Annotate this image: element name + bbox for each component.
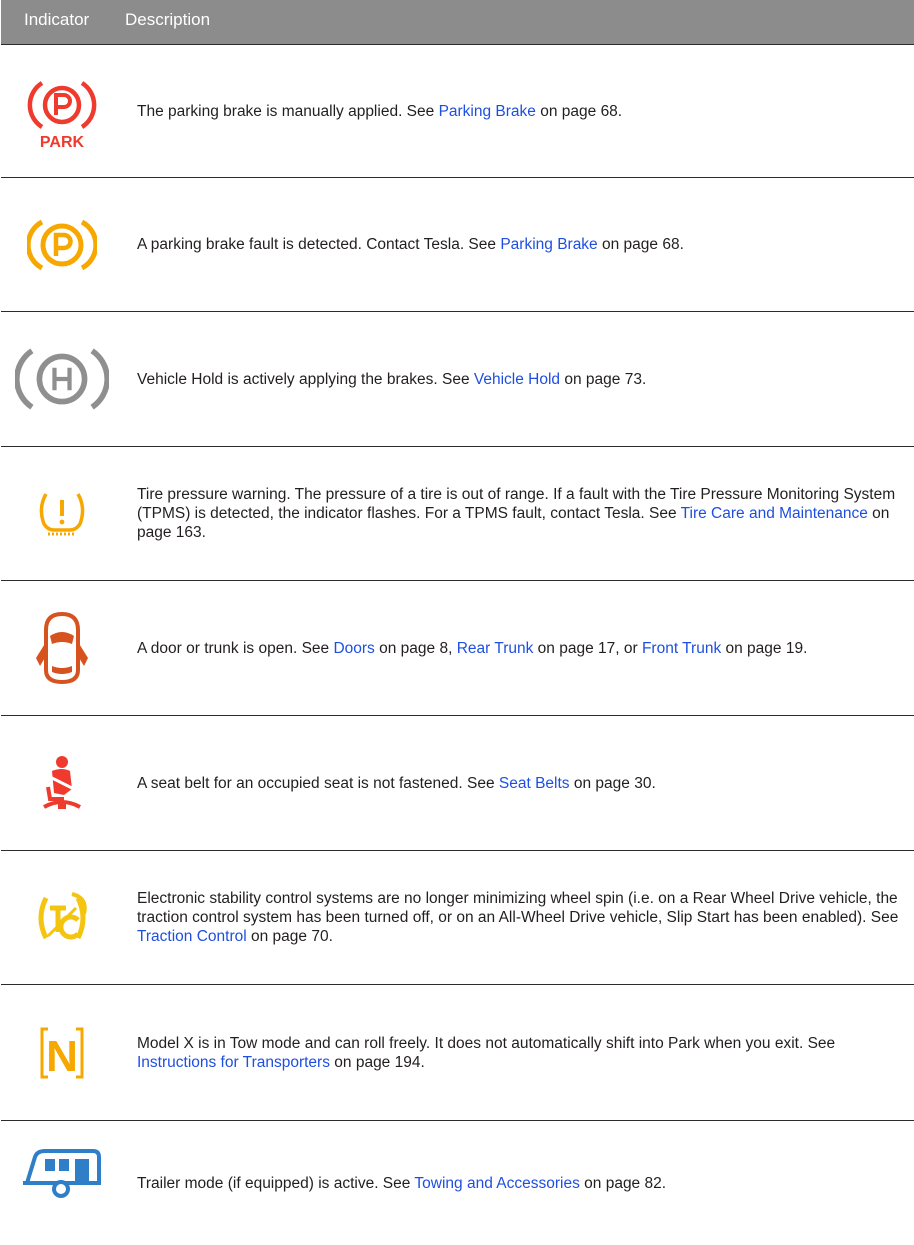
park-brake-fault-icon [15, 178, 109, 311]
indicator-table: Indicator Description PARK The parking b… [1, 0, 914, 1198]
description-text: A parking brake fault is detected. Conta… [137, 236, 501, 253]
table-row: PARK The parking brake is manually appli… [1, 45, 914, 178]
cross-reference-link[interactable]: Traction Control [137, 928, 247, 945]
row-description: Model X is in Tow mode and can roll free… [137, 985, 907, 1120]
traction-control-off-icon [15, 851, 109, 984]
description-text: Trailer mode (if equipped) is active. Se… [137, 1174, 415, 1192]
indicator-column-header: Indicator [24, 10, 90, 29]
description-text: on page 70. [246, 928, 333, 945]
door-open-icon [15, 581, 109, 715]
cross-reference-link[interactable]: Rear Trunk [457, 640, 534, 657]
table-row: N Model X is in Tow mode and can roll fr… [1, 985, 914, 1121]
table-row: A door or trunk is open. See Doors on pa… [1, 581, 914, 716]
park-brake-red-icon: PARK [15, 45, 109, 177]
cross-reference-link[interactable]: Towing and Accessories [414, 1175, 579, 1192]
row-description: A door or trunk is open. See Doors on pa… [137, 581, 907, 715]
cross-reference-link[interactable]: Tire Care and Maintenance [681, 505, 868, 522]
tire-pressure-icon [15, 447, 109, 580]
tow-mode-letter: N [46, 1032, 78, 1081]
vehicle-hold-icon [15, 312, 109, 446]
table-header: Indicator Description [1, 0, 914, 45]
description-text: on page 30. [569, 774, 656, 792]
description-text: on page 8, [374, 639, 457, 657]
row-description: A parking brake fault is detected. Conta… [137, 178, 907, 311]
table-row: Tire pressure warning. The pressure of a… [1, 447, 914, 581]
row-description: Electronic stability control systems are… [137, 851, 907, 984]
row-description: Tire pressure warning. The pressure of a… [137, 447, 907, 580]
row-description: Vehicle Hold is actively applying the br… [137, 312, 907, 446]
row-description: Trailer mode (if equipped) is active. Se… [137, 1121, 907, 1245]
description-text: on page 194. [329, 1053, 425, 1071]
description-text: A door or trunk is open. See [137, 639, 334, 657]
cross-reference-link[interactable]: Parking Brake [500, 236, 597, 253]
cross-reference-link[interactable]: Front Trunk [642, 640, 721, 657]
description-text: on page 82. [579, 1174, 667, 1192]
seat-belt-icon [15, 716, 109, 850]
table-row: A parking brake fault is detected. Conta… [1, 178, 914, 312]
description-column-header: Description [125, 10, 211, 29]
trailer-mode-icon [15, 1121, 109, 1219]
description-text: Vehicle Hold is actively applying the br… [137, 370, 474, 388]
description-text: on page 68. [597, 236, 684, 253]
cross-reference-link[interactable]: Doors [333, 640, 374, 657]
description-text: Electronic stability control systems are… [137, 890, 899, 926]
description-text: on page 17, or [533, 639, 642, 657]
description-text: on page 73. [560, 370, 647, 388]
cross-reference-link[interactable]: Vehicle Hold [474, 371, 560, 388]
table-row: Trailer mode (if equipped) is active. Se… [1, 1121, 914, 1219]
cross-reference-link[interactable]: Seat Belts [499, 775, 570, 792]
cross-reference-link[interactable]: Instructions for Transporters [137, 1054, 330, 1071]
table-row: A seat belt for an occupied seat is not … [1, 716, 914, 851]
description-text: on page 68. [535, 102, 623, 120]
description-text: The parking brake is manually applied. S… [137, 102, 439, 120]
description-text: on page 19. [721, 639, 808, 657]
row-description: A seat belt for an occupied seat is not … [137, 716, 907, 850]
row-description: The parking brake is manually applied. S… [137, 45, 907, 177]
cross-reference-link[interactable]: Parking Brake [439, 103, 536, 120]
tow-mode-icon: N [15, 985, 109, 1120]
table-row: Vehicle Hold is actively applying the br… [1, 312, 914, 447]
description-text: Model X is in Tow mode and can roll free… [137, 1034, 836, 1052]
table-row: Electronic stability control systems are… [1, 851, 914, 985]
park-label: PARK [40, 134, 85, 151]
description-text: A seat belt for an occupied seat is not … [137, 774, 499, 792]
